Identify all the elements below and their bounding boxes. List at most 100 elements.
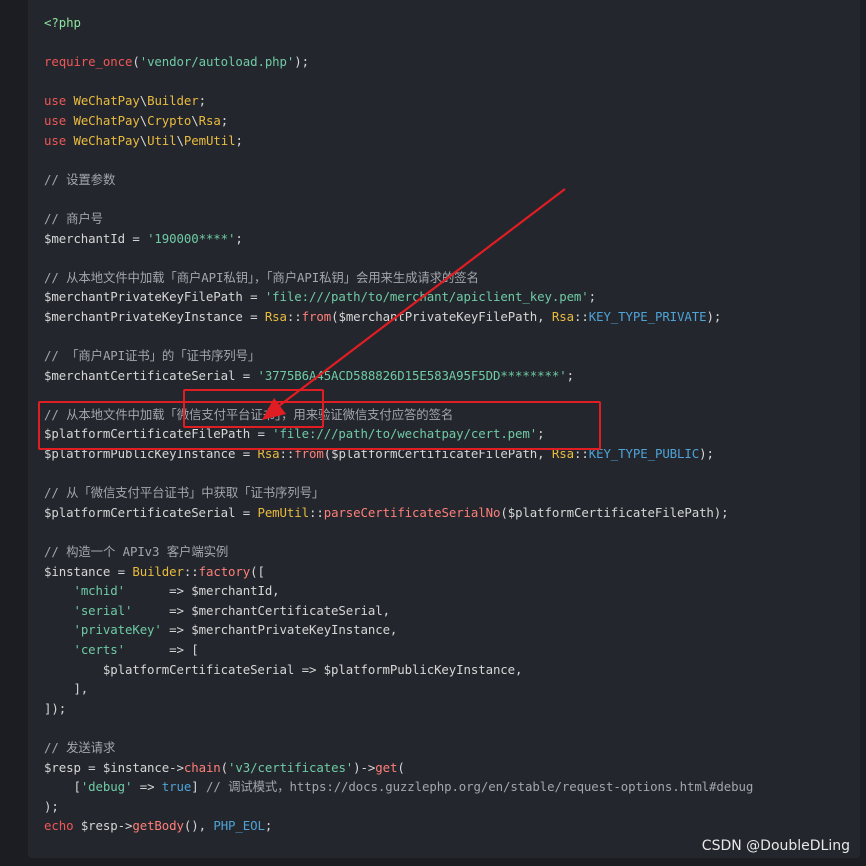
code-line: ['debug' => true] // 调试模式，https://docs.g… <box>44 777 753 797</box>
code-token-constant: KEY_TYPE_PRIVATE <box>588 308 707 324</box>
code-token-class: Rsa <box>198 112 221 128</box>
code-token-string: 'vendor/autoload.php' <box>139 54 295 70</box>
code-line: 'serial' => $merchantCertificateSerial, <box>44 601 753 621</box>
code-token-variable: $merchantPrivateKeyFilePath <box>44 289 243 305</box>
code-token-class: WeChatPay <box>73 93 140 109</box>
code-line: <?php <box>44 13 753 33</box>
code-token-comment: // 设置参数 <box>44 171 116 187</box>
code-token-plain: ( <box>397 759 405 775</box>
code-token-class: Util <box>147 132 177 148</box>
code-token-plain: => <box>132 779 162 795</box>
code-token-plain: ); <box>44 798 59 814</box>
code-token-class: Builder <box>147 93 199 109</box>
code-token-plain: ; <box>235 132 243 148</box>
code-token-plain: = $instance-> <box>80 759 184 775</box>
code-token-plain: \ <box>176 132 184 148</box>
code-token-plain: \ <box>139 132 148 148</box>
code-token-variable: $instance <box>44 563 111 579</box>
code-line: ]); <box>44 699 753 719</box>
code-token-plain: ; <box>220 112 229 128</box>
code-token-plain: \ <box>191 112 199 128</box>
code-line: // 设置参数 <box>44 170 753 190</box>
code-line: // 从本地文件中加载「商户API私钥」，「商户API私钥」会用来生成请求的签名 <box>44 268 753 288</box>
code-line: 'certs' => [ <box>44 640 753 660</box>
code-line: 'privateKey' => $merchantPrivateKeyInsta… <box>44 620 753 640</box>
code-token-plain: ; <box>235 230 243 246</box>
code-token-link: https://docs.guzzlephp.org/en/stable/req… <box>289 779 754 795</box>
code-token-plain: ], <box>44 681 89 697</box>
code-token-plain: ( <box>220 759 229 775</box>
code-token-class: PemUtil <box>257 504 309 520</box>
code-token-function: getBody <box>132 818 184 834</box>
code-token-variable: $merchantId <box>44 230 125 246</box>
watermark: CSDN @DoubleDLing <box>701 838 850 854</box>
code-token-plain: ] <box>191 779 206 795</box>
code-token-plain: => [ <box>124 642 199 657</box>
code-token-constant: true <box>161 779 192 795</box>
code-line: ], <box>44 679 753 699</box>
code-token-plain: \ <box>139 112 148 128</box>
code-token-class: Crypto <box>147 112 192 128</box>
code-token-plain: ($merchantPrivateKeyFilePath, <box>331 308 552 324</box>
code-token-function: from <box>301 308 332 324</box>
code-line: $merchantPrivateKeyFilePath = 'file:///p… <box>44 287 753 307</box>
code-token-comment: // 从本地文件中加载「商户API私钥」，「商户API私钥」会用来生成请求的签名 <box>44 269 479 285</box>
code-token-plain: ( <box>132 54 140 70</box>
code-line: // 「商户API证书」的「证书序列号」 <box>44 346 753 366</box>
code-token-function: chain <box>183 759 221 775</box>
code-token-plain: :: <box>183 563 199 579</box>
code-token-string: 'v3/certificates' <box>228 759 354 775</box>
code-token-string: 'privateKey' <box>73 622 162 638</box>
code-line: use WeChatPay\Crypto\Rsa; <box>44 111 753 131</box>
code-token-plain: ; <box>264 818 273 834</box>
code-token-comment: // 调试模式， <box>205 779 290 795</box>
code-token-function: get <box>375 759 398 775</box>
code-line: $platformCertificateSerial => $platformP… <box>44 660 753 680</box>
code-token-plain: ; <box>198 93 206 109</box>
code-token-function: factory <box>198 563 251 579</box>
code-token-plain: :: <box>308 504 324 520</box>
code-token-plain: = <box>235 504 258 520</box>
code-token-plain: = <box>242 308 265 324</box>
code-line: // 商户号 <box>44 209 753 229</box>
code-token-constant: KEY_TYPE_PUBLIC <box>588 446 700 462</box>
code-token-keyword: use <box>44 112 74 128</box>
code-token-class: WeChatPay <box>73 132 140 148</box>
code-token-plain: $resp-> <box>73 818 133 834</box>
code-line: $resp = $instance->chain('v3/certificate… <box>44 758 753 778</box>
code-token-plain: = <box>235 367 258 383</box>
code-token-plain: => $merchantId, <box>124 583 280 599</box>
code-line: $merchantId = '190000****'; <box>44 229 753 249</box>
code-token-comment: // 发送请求 <box>44 739 116 755</box>
code-token-string: 'certs' <box>73 642 125 657</box>
code-token-plain: :: <box>573 308 589 324</box>
code-token-class: WeChatPay <box>73 112 140 128</box>
code-token-variable: $merchantPrivateKeyInstance <box>44 308 243 324</box>
code-token-plain: = <box>110 563 133 579</box>
code-token-class: Rsa <box>264 308 287 324</box>
code-token-string: 'serial' <box>73 602 133 618</box>
code-token-plain: ($platformCertificateFilePath); <box>500 504 729 520</box>
annotation-keyword-box <box>183 389 324 428</box>
code-token-plain: ); <box>706 308 722 324</box>
code-token-comment: // 从「微信支付平台证书」中获取「证书序列号」 <box>44 485 325 501</box>
code-token-plain: ); <box>294 54 309 70</box>
code-token-keyword: require_once <box>44 54 133 70</box>
code-line: $platformCertificateSerial = PemUtil::pa… <box>44 503 753 523</box>
code-token-phptag: <?php <box>44 15 81 30</box>
code-token-plain: ; <box>566 367 574 383</box>
code-token-variable: $resp <box>44 759 81 775</box>
code-token-plain: $platformCertificateSerial => $platformP… <box>44 661 523 677</box>
code-token-class: Rsa <box>551 308 574 324</box>
